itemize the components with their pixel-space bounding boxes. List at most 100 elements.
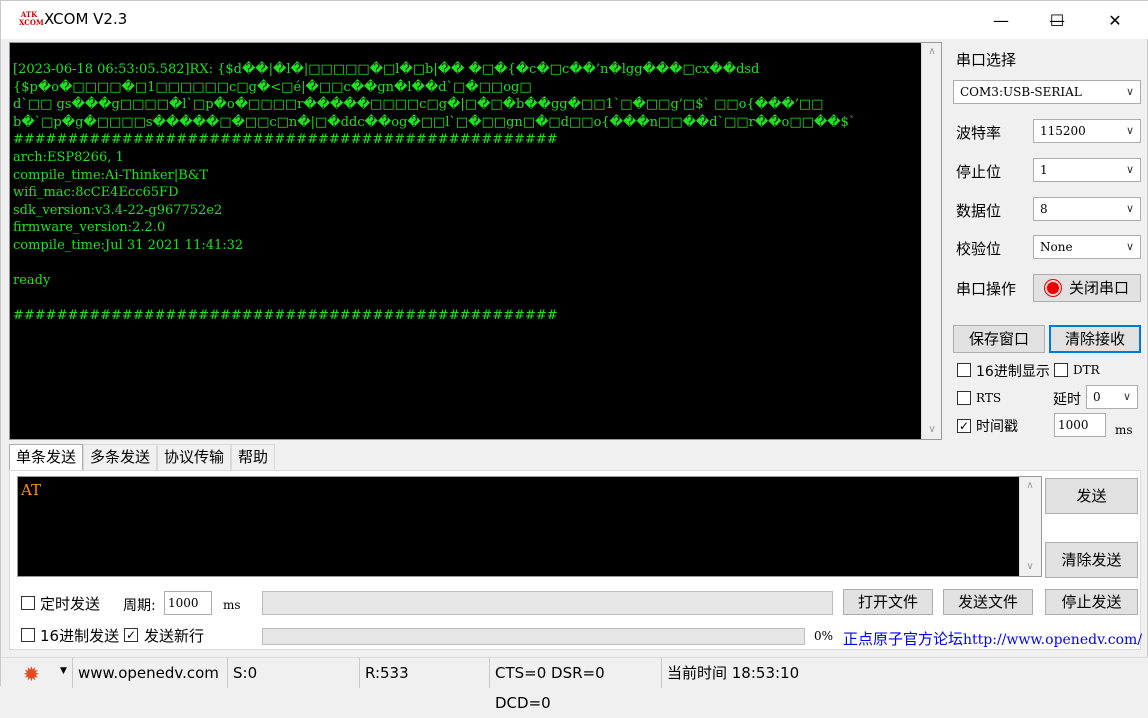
send-file-button[interactable]: 发送文件 (943, 589, 1033, 615)
status-time: 当前时间 18:53:10 (661, 658, 1141, 688)
close-port-button[interactable]: 关闭串口 (1033, 274, 1141, 302)
scroll-down-icon[interactable]: ∨ (1020, 558, 1040, 576)
maximize-button[interactable]: ☐ (1029, 1, 1085, 39)
tab-protocol[interactable]: 协议传输 (157, 444, 232, 471)
receive-text: [2023-06-18 06:53:05.582]RX: {$d��|�l�|□… (13, 61, 921, 325)
chevron-down-icon: ∨ (1125, 202, 1134, 215)
stopbits-select[interactable]: 1 ∨ (1033, 158, 1141, 182)
receive-line: d`□□ gs���g□□□□�l`□p�o�□□□□r�����□□□□c□g… (13, 97, 824, 113)
tab-multi-send[interactable]: 多条发送 (83, 444, 158, 471)
rts-checkbox[interactable] (957, 391, 971, 405)
dtr-checkbox[interactable] (1054, 363, 1068, 377)
chevron-down-icon[interactable]: ▼ (60, 666, 67, 676)
chevron-down-icon: ∨ (1125, 85, 1134, 98)
status-received: R:533 (359, 658, 489, 688)
app-window: ATK XCOM XCOM V2.3 — — ☐ ✕ [2023-06-18 0… (0, 0, 1148, 712)
stop-send-button[interactable]: 停止发送 (1045, 589, 1138, 615)
send-newline-label: 发送新行 (144, 627, 205, 645)
receive-line: [2023-06-18 06:53:05.582]RX: {$d��|�l�|□… (13, 62, 760, 77)
send-tabs: 单条发送 多条发送 协议传输 帮助 (9, 444, 276, 471)
send-button[interactable]: 发送 (1045, 478, 1138, 514)
receive-line: wifi_mac:8cCE4Ecc65FD (13, 185, 179, 201)
receive-line: ready (13, 273, 51, 289)
databits-label: 数据位 (956, 202, 1002, 220)
baud-select[interactable]: 115200 ∨ (1033, 119, 1141, 143)
status-sent: S:0 (227, 658, 357, 688)
baud-label: 波特率 (956, 124, 1002, 142)
receive-line: ########################################… (13, 132, 558, 148)
clear-receive-button[interactable]: 清除接收 (1049, 325, 1141, 353)
port-status-icon (1044, 280, 1061, 296)
tab-help[interactable]: 帮助 (231, 444, 276, 471)
send-input[interactable]: AT ∧ ∨ (17, 476, 1042, 577)
minimize-btn[interactable]: — (973, 1, 1029, 39)
receive-line: b�`□p�g�□□□□s�����□�□□c□n�|□�ddc��og�□□l… (13, 114, 856, 130)
delay-label: 延时 (1053, 392, 1081, 408)
receive-line: {$p�o�□□□□�□1□□□□□□c□g�<□é|�□□c��gn�l��d… (13, 79, 532, 95)
timestamp-label: 时间戳 (976, 419, 1018, 435)
databits-select[interactable]: 8 ∨ (1033, 197, 1141, 221)
period-unit: ms (223, 598, 241, 612)
tab-single-send[interactable]: 单条发送 (9, 444, 84, 471)
timestamp-checkbox[interactable]: ✓ (957, 419, 971, 433)
file-path-field[interactable] (262, 591, 833, 615)
receive-line (13, 290, 921, 308)
status-bar: ✹ ▼ www.openedv.com S:0 R:533 CTS=0 DSR=… (1, 657, 1148, 712)
stopbits-label: 停止位 (956, 163, 1002, 181)
app-logo-icon: ATK XCOM (19, 10, 44, 27)
rts-label: RTS (976, 391, 1002, 405)
timed-send-checkbox[interactable] (21, 596, 35, 610)
scroll-up-icon[interactable]: ∧ (922, 43, 942, 61)
close-button[interactable]: ✕ (1087, 1, 1143, 39)
save-window-button[interactable]: 保存窗口 (953, 325, 1045, 353)
close-icon: ✕ (1108, 10, 1122, 30)
parity-select[interactable]: None ∨ (1033, 235, 1141, 259)
scroll-up-icon[interactable]: ∧ (1020, 477, 1040, 495)
dtr-label: DTR (1073, 363, 1100, 377)
receive-area[interactable]: [2023-06-18 06:53:05.582]RX: {$d��|�l�|□… (9, 42, 942, 440)
send-progress-bar (262, 628, 805, 645)
receive-line: compile_time:Ai-Thinker|B&T (13, 167, 209, 183)
delay-select[interactable]: 0 ∨ (1086, 385, 1138, 409)
timed-send-label: 定时发送 (40, 595, 101, 613)
check-icon: ✓ (958, 419, 970, 433)
gear-icon[interactable]: ✹ (23, 662, 40, 686)
port-select[interactable]: COM3:USB-SERIAL ∨ (953, 80, 1141, 104)
receive-line: firmware_version:2.2.0 (13, 220, 166, 236)
minimize-glyph-icon: — (993, 10, 1009, 30)
hex-display-label: 16进制显示 (976, 364, 1050, 380)
clear-send-button[interactable]: 清除发送 (1045, 542, 1138, 578)
status-website: www.openedv.com (72, 658, 225, 688)
receive-line: sdk_version:v3.4-22-g967752e2 (13, 202, 223, 218)
period-input[interactable]: 1000 (164, 591, 212, 615)
send-text: AT (21, 481, 42, 499)
maximize-icon: ☐ (1049, 10, 1065, 30)
status-signals: CTS=0 DSR=0 DCD=0 (489, 658, 661, 712)
scroll-down-icon[interactable]: ∨ (922, 421, 942, 439)
send-scrollbar[interactable]: ∧ ∨ (1019, 477, 1041, 576)
port-operation-label: 串口操作 (956, 280, 1017, 298)
open-file-button[interactable]: 打开文件 (843, 589, 933, 615)
hex-display-checkbox[interactable] (957, 363, 971, 377)
hex-send-label: 16进制发送 (40, 627, 120, 645)
chevron-down-icon: ∨ (1125, 163, 1134, 176)
port-select-label: 串口选择 (956, 51, 1017, 69)
parity-label: 校验位 (956, 240, 1002, 258)
check-icon: ✓ (125, 628, 137, 642)
chevron-down-icon: ∨ (1122, 390, 1131, 403)
receive-line: arch:ESP8266, 1 (13, 149, 124, 165)
window-title: XCOM V2.3 (44, 10, 128, 28)
send-progress-text: 0% (814, 629, 834, 643)
receive-line: compile_time:Jul 31 2021 11:41:32 (13, 237, 244, 253)
send-newline-checkbox[interactable]: ✓ (124, 628, 138, 642)
period-label: 周期: (123, 598, 156, 614)
timestamp-ms-input[interactable]: 1000 (1054, 413, 1106, 437)
receive-line: ########################################… (13, 308, 558, 324)
chevron-down-icon: ∨ (1125, 240, 1134, 253)
receive-scrollbar[interactable]: ∧ ∨ (921, 43, 941, 439)
chevron-down-icon: ∨ (1125, 124, 1134, 137)
hex-send-checkbox[interactable] (21, 628, 35, 642)
timestamp-ms-unit: ms (1115, 423, 1133, 437)
forum-link[interactable]: 正点原子官方论坛http://www.openedv.com/ (843, 628, 1142, 649)
receive-line (13, 255, 921, 273)
